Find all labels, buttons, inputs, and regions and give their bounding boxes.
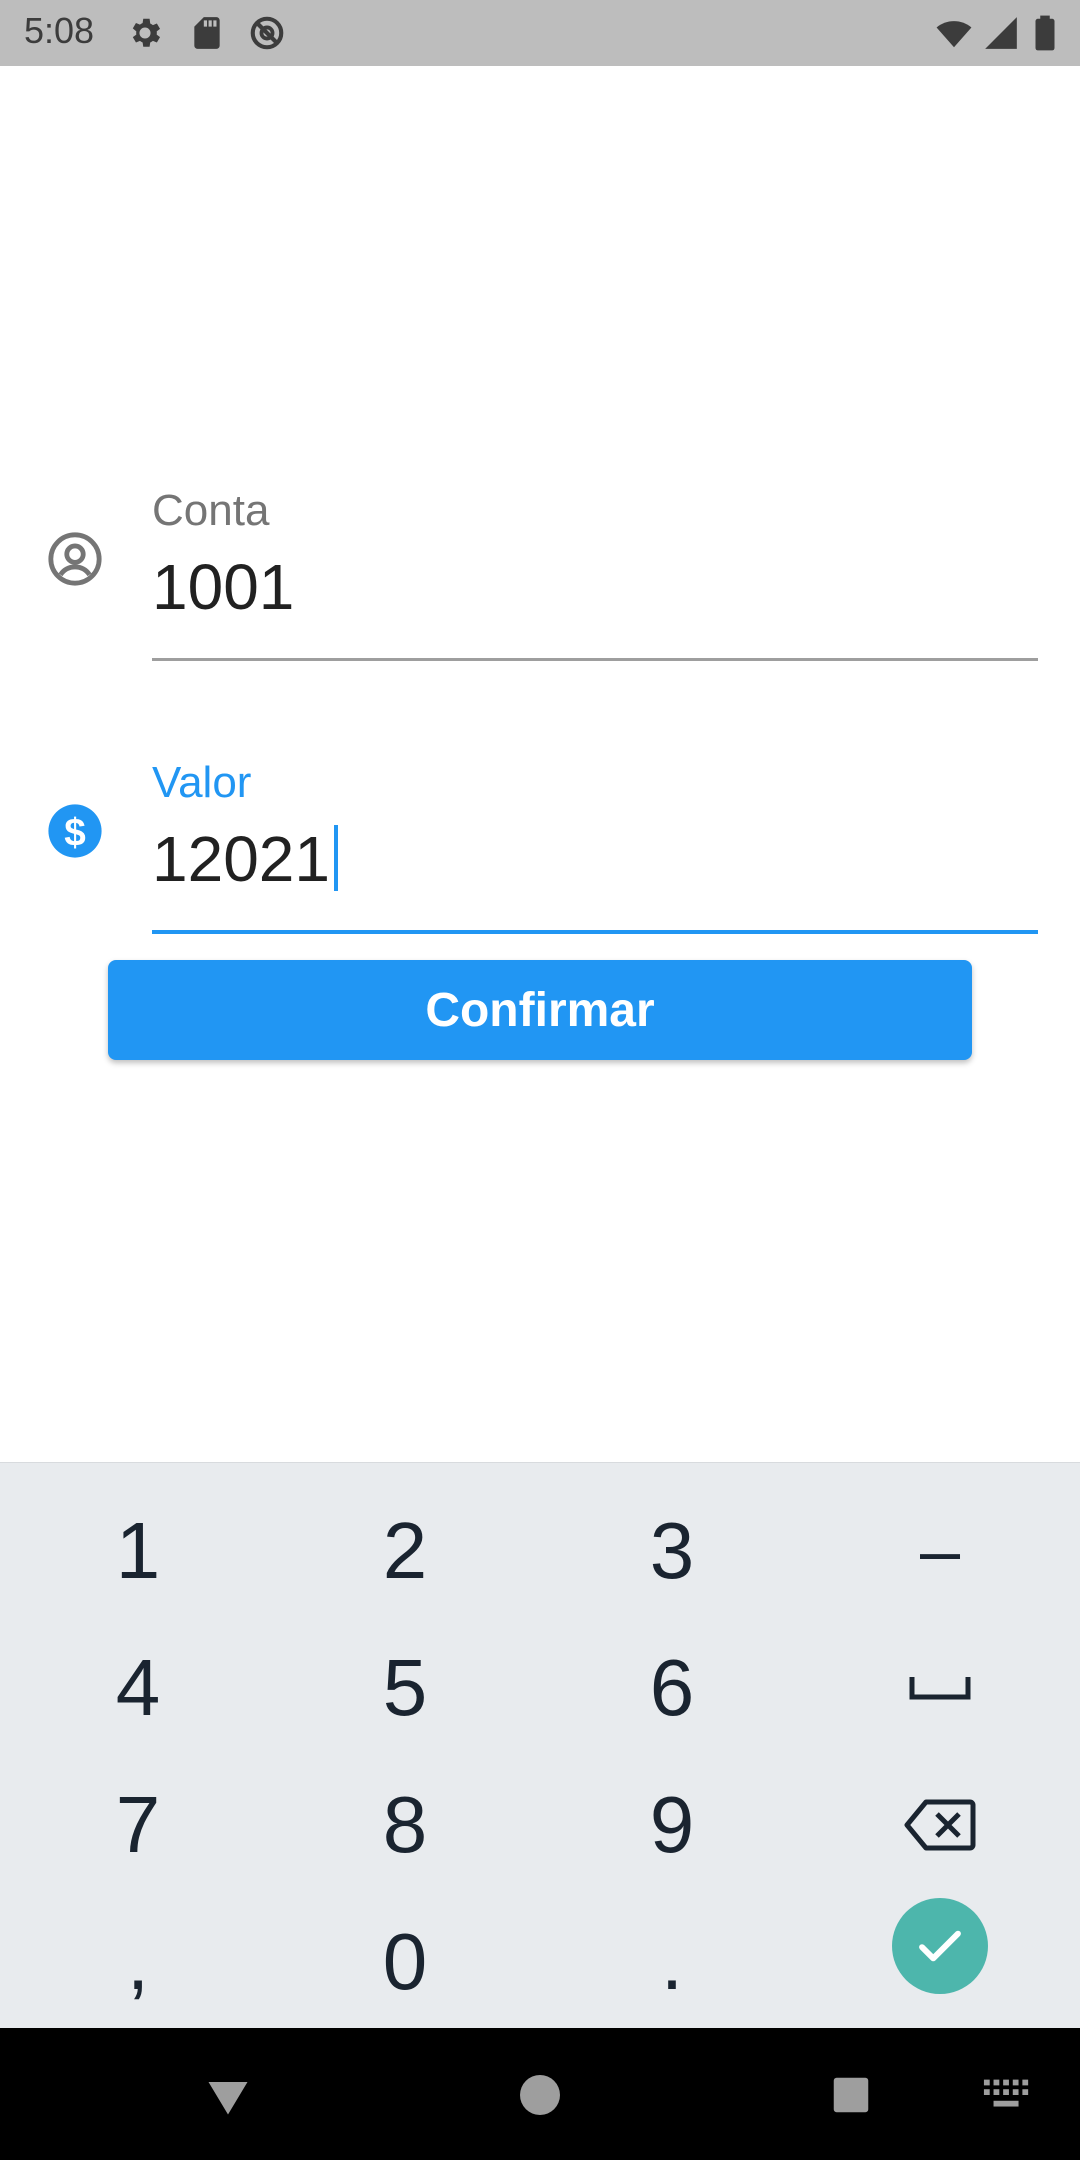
key-period[interactable]: .: [538, 1894, 806, 2030]
keyboard-switch-button[interactable]: [972, 2060, 1042, 2130]
key-7[interactable]: 7: [4, 1757, 272, 1893]
back-icon: [208, 2082, 248, 2115]
text-cursor: [333, 825, 338, 891]
key-backspace[interactable]: [806, 1757, 1074, 1893]
status-time: 5:08: [24, 10, 95, 51]
recents-icon: [833, 2077, 869, 2113]
key-4[interactable]: 4: [4, 1620, 272, 1756]
back-button[interactable]: [193, 2060, 263, 2130]
gear-icon: [132, 18, 161, 47]
signal-icon: [985, 17, 1017, 49]
amount-underline: [152, 930, 1038, 934]
home-icon: [520, 2075, 560, 2115]
sd-card-icon: [194, 17, 220, 49]
check-icon: [919, 1930, 961, 1962]
key-minus[interactable]: –: [806, 1483, 1074, 1619]
account-value[interactable]: 1001: [152, 550, 294, 624]
vpn-icon: [250, 16, 284, 50]
dollar-circle-icon: $: [48, 804, 102, 858]
space-icon: [909, 1677, 971, 1700]
key-space[interactable]: [806, 1620, 1074, 1756]
status-bar: 5:08: [0, 0, 1080, 66]
key-2[interactable]: 2: [271, 1483, 539, 1619]
key-0[interactable]: 0: [271, 1894, 539, 2030]
home-button[interactable]: [505, 2060, 575, 2130]
backspace-icon: [904, 1799, 976, 1851]
confirm-button[interactable]: Confirmar: [108, 960, 972, 1060]
key-5[interactable]: 5: [271, 1620, 539, 1756]
account-circle-icon: [48, 532, 102, 586]
key-1[interactable]: 1: [4, 1483, 272, 1619]
svg-text:$: $: [64, 812, 86, 855]
amount-label: Valor: [152, 758, 252, 807]
amount-input[interactable]: 12021: [152, 822, 338, 896]
key-9[interactable]: 9: [538, 1757, 806, 1893]
battery-icon: [1035, 15, 1055, 51]
enter-key[interactable]: [892, 1898, 988, 1994]
key-8[interactable]: 8: [271, 1757, 539, 1893]
navigation-bar: [0, 2028, 1080, 2160]
key-6[interactable]: 6: [538, 1620, 806, 1756]
wifi-icon: [936, 21, 972, 48]
account-label: Conta: [152, 486, 270, 535]
key-comma[interactable]: ,: [4, 1894, 272, 2030]
amount-value: 12021: [152, 823, 330, 895]
account-underline: [152, 658, 1038, 661]
key-3[interactable]: 3: [538, 1483, 806, 1619]
numeric-keyboard: 1 2 3 – 4 5 6 7 8 9 , 0 .: [0, 1462, 1080, 2028]
recents-button[interactable]: [816, 2060, 886, 2130]
keyboard-switch-icon: [983, 2079, 1029, 2107]
